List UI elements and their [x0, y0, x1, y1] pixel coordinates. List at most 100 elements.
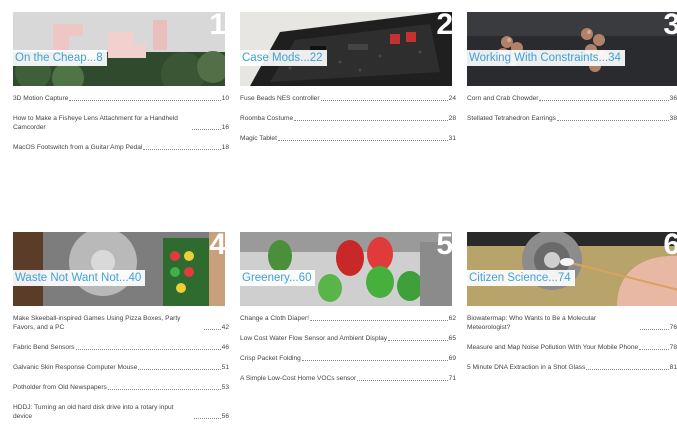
dot-leader — [556, 120, 669, 121]
entry-title: HDDJ: Turning an old hard disk drive int… — [13, 404, 174, 420]
section-title: Citizen Science...74 — [467, 270, 575, 286]
entry-page: 69 — [448, 355, 456, 362]
section-number: 2 — [436, 12, 452, 41]
toc-entry[interactable]: Measure and Map Noise Pollution With You… — [467, 343, 677, 352]
section-title: Greenery...60 — [240, 270, 316, 286]
section-banner[interactable]: Citizen Science...74 6 — [467, 232, 677, 306]
entry-title: Magic Tablet — [240, 135, 277, 142]
entry-page: 78 — [669, 344, 677, 351]
circuit-board-photo — [13, 232, 225, 306]
entry-title: Measure and Map Noise Pollution With You… — [467, 344, 639, 351]
entry-page: 24 — [448, 95, 456, 102]
toc-entry[interactable]: Roomba Costume 28 — [240, 114, 456, 123]
toc-entry[interactable]: Fuse Beads NES controller 24 — [240, 94, 456, 103]
section-number: 6 — [663, 232, 677, 261]
toc-entry[interactable]: Magic Tablet 31 — [240, 134, 456, 143]
section-banner[interactable]: Working With Constraints...34 3 — [467, 12, 677, 86]
dot-leader — [294, 120, 448, 121]
dot-leader — [639, 349, 669, 350]
entry-title: MacOS Footswitch from a Guitar Amp Pedal — [13, 144, 143, 151]
section-greenery: Greenery...60 5 Change a Cloth Diaper! 6… — [240, 232, 456, 394]
toc-entry[interactable]: Low Cost Water Flow Sensor and Ambient D… — [240, 334, 456, 343]
toc-entry[interactable]: 3D Motion Capture 10 — [13, 94, 229, 103]
section-title: On the Cheap...8 — [13, 50, 107, 66]
entry-title: Potholder from Old Newspapers — [13, 384, 107, 391]
section-number: 3 — [663, 12, 677, 41]
cotton-swab-photo — [467, 232, 677, 306]
entry-title: Low Cost Water Flow Sensor and Ambient D… — [240, 335, 388, 342]
section-banner[interactable]: Case Mods...22 2 — [240, 12, 452, 86]
entry-title: 3D Motion Capture — [13, 95, 69, 102]
toc-entry[interactable]: Biowatermap: Who Wants to Be a Molecular… — [467, 314, 677, 332]
dot-leader — [194, 418, 221, 419]
entry-title: Change a Cloth Diaper! — [240, 315, 309, 322]
section-working-with-constraints: Working With Constraints...34 3 Corn and… — [467, 12, 677, 134]
entry-page: 36 — [669, 95, 677, 102]
section-number: 4 — [209, 232, 225, 261]
entry-page: 38 — [669, 115, 677, 122]
toc-entry[interactable]: Change a Cloth Diaper! 62 — [240, 314, 456, 323]
toc-entry[interactable]: MacOS Footswitch from a Guitar Amp Pedal… — [13, 143, 229, 152]
entry-title: Make Skeeball-inspired Games Using Pizza… — [13, 315, 181, 331]
entry-page: 16 — [221, 124, 229, 131]
entry-page: 10 — [221, 95, 229, 102]
toc-entry[interactable]: HDDJ: Turning an old hard disk drive int… — [13, 403, 229, 421]
section-number: 1 — [209, 12, 225, 41]
toc-entry[interactable]: Galvanic Skin Response Computer Mouse 51 — [13, 363, 229, 372]
entry-page: 71 — [448, 375, 456, 382]
foam-shapes-photo — [13, 12, 225, 86]
toc-entry[interactable]: Potholder from Old Newspapers 53 — [13, 383, 229, 392]
entry-page: 62 — [448, 315, 456, 322]
entry-page: 65 — [448, 335, 456, 342]
entry-page: 51 — [221, 364, 229, 371]
section-number: 5 — [436, 232, 452, 261]
section-waste-not-want-not: Waste Not Want Not...40 4 Make Skeeball-… — [13, 232, 229, 432]
toc-entry[interactable]: Fabric Bend Sensors 46 — [13, 343, 229, 352]
toc-entry[interactable]: Make Skeeball-inspired Games Using Pizza… — [13, 314, 229, 332]
dot-leader — [277, 140, 448, 141]
toc-entry[interactable]: Stellated Tetrahedron Earrings 38 — [467, 114, 677, 123]
dot-leader — [69, 100, 221, 101]
section-on-the-cheap: On the Cheap...8 1 3D Motion Capture 10 … — [13, 12, 229, 163]
section-title: Working With Constraints...34 — [467, 50, 625, 66]
leds-photo — [240, 232, 452, 306]
dot-leader — [388, 340, 448, 341]
section-banner[interactable]: On the Cheap...8 1 — [13, 12, 225, 86]
entry-page: 42 — [221, 324, 229, 331]
dot-leader — [357, 380, 448, 381]
entry-title: Corn and Crab Chowder — [467, 95, 539, 102]
dot-leader — [320, 100, 448, 101]
entry-page: 56 — [221, 413, 229, 420]
dot-leader — [204, 329, 221, 330]
dot-leader — [138, 369, 221, 370]
section-banner[interactable]: Greenery...60 5 — [240, 232, 452, 306]
section-case-mods: Case Mods...22 2 Fuse Beads NES controll… — [240, 12, 456, 154]
toc-entry[interactable]: 5 Minute DNA Extraction in a Shot Glass … — [467, 363, 677, 372]
entry-title: Fuse Beads NES controller — [240, 95, 320, 102]
entry-title: Fabric Bend Sensors — [13, 344, 75, 351]
dot-leader — [143, 149, 221, 150]
toc-entry[interactable]: A Simple Low-Cost Home VOCs sensor 71 — [240, 374, 456, 383]
dot-leader — [640, 329, 669, 330]
dot-leader — [309, 320, 448, 321]
entry-title: Roomba Costume — [240, 115, 294, 122]
entry-title: How to Make a Fisheye Lens Attachment fo… — [13, 115, 178, 131]
entry-page: 31 — [448, 135, 456, 142]
entry-title: Biowatermap: Who Wants to Be a Molecular… — [467, 315, 597, 331]
toc-entry[interactable]: Crisp Packet Folding 69 — [240, 354, 456, 363]
dot-leader — [75, 349, 221, 350]
toc-entry[interactable]: How to Make a Fisheye Lens Attachment fo… — [13, 114, 229, 132]
dot-leader — [192, 129, 221, 130]
dot-leader — [586, 369, 669, 370]
toc-entry[interactable]: Corn and Crab Chowder 36 — [467, 94, 677, 103]
dot-leader — [301, 360, 448, 361]
section-title: Waste Not Want Not...40 — [13, 270, 146, 286]
entry-page: 53 — [221, 384, 229, 391]
entry-page: 81 — [669, 364, 677, 371]
section-banner[interactable]: Waste Not Want Not...40 4 — [13, 232, 225, 306]
entry-title: 5 Minute DNA Extraction in a Shot Glass — [467, 364, 586, 371]
entry-page: 46 — [221, 344, 229, 351]
entry-page: 18 — [221, 144, 229, 151]
entry-title: Galvanic Skin Response Computer Mouse — [13, 364, 138, 371]
entry-title: A Simple Low-Cost Home VOCs sensor — [240, 375, 357, 382]
